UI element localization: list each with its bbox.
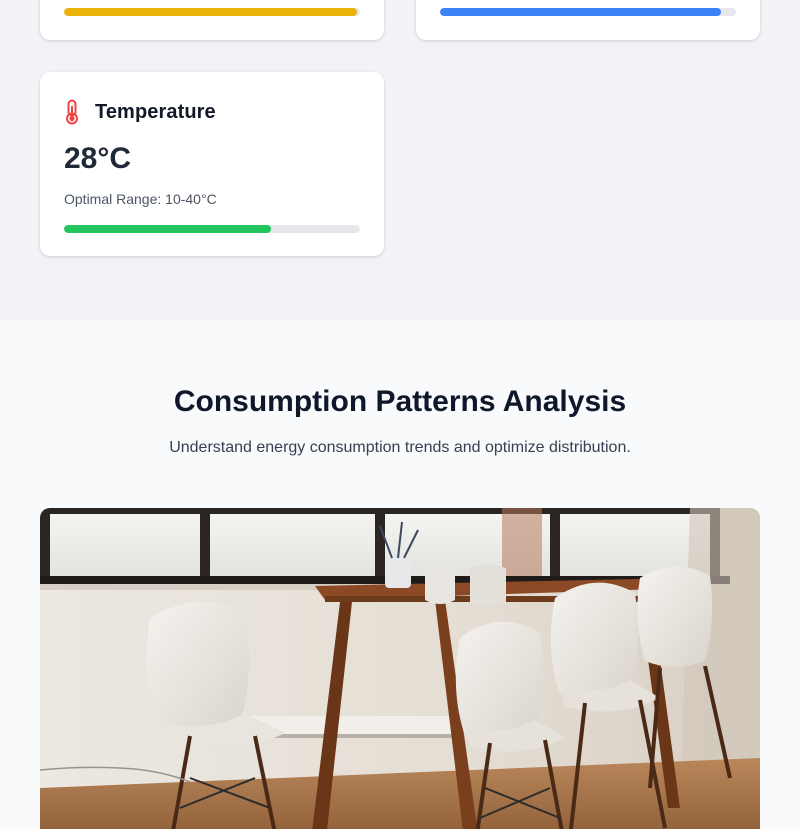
metrics-section: Temperature 28°C Optimal Range: 10-40°C bbox=[0, 0, 800, 320]
progress-fill bbox=[64, 8, 358, 16]
thermometer-icon bbox=[64, 99, 80, 125]
metric-card-partial-left bbox=[40, 0, 384, 40]
progress-track bbox=[64, 225, 360, 233]
card-header: Temperature bbox=[64, 97, 360, 127]
temperature-card: Temperature 28°C Optimal Range: 10-40°C bbox=[40, 72, 384, 256]
section-title: Consumption Patterns Analysis bbox=[173, 385, 627, 418]
metric-card-partial-right bbox=[416, 0, 760, 40]
progress-fill bbox=[64, 225, 272, 233]
card-title: Temperature bbox=[95, 100, 216, 123]
optimal-range: Optimal Range: 10-40°C bbox=[64, 191, 217, 207]
section-subtitle: Understand energy consumption trends and… bbox=[169, 439, 631, 456]
progress-track bbox=[440, 8, 736, 16]
analysis-section: Consumption Patterns Analysis Understand… bbox=[0, 320, 800, 829]
temperature-value: 28°C bbox=[64, 142, 132, 175]
dining-room-photo bbox=[40, 508, 760, 829]
progress-track bbox=[64, 8, 360, 16]
progress-fill bbox=[440, 8, 722, 16]
